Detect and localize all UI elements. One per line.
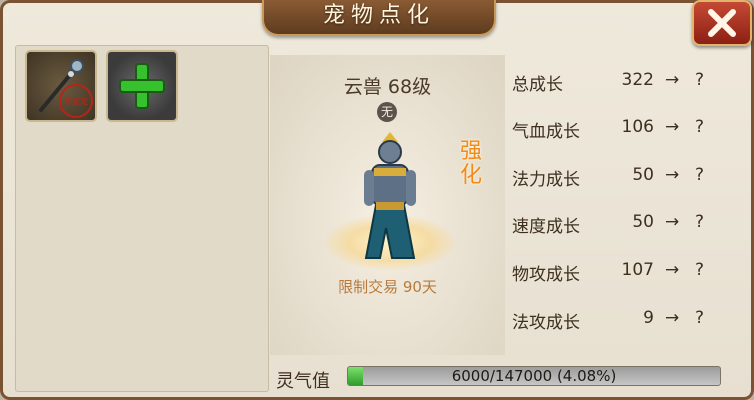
stat-row-mp-growth: 法力成长 50 → ? bbox=[512, 165, 712, 190]
close-button[interactable] bbox=[692, 0, 752, 46]
stat-value: 50 bbox=[632, 165, 654, 185]
item-slot-staff[interactable]: 未鉴定 bbox=[25, 50, 97, 122]
stat-next-value: ? bbox=[695, 165, 705, 185]
right-arrow-icon: → bbox=[665, 165, 680, 185]
right-arrow-icon: → bbox=[665, 212, 680, 232]
stat-label: 总成长 bbox=[512, 75, 563, 95]
stat-next-value: ? bbox=[695, 260, 705, 280]
unidentified-seal: 未鉴定 bbox=[59, 84, 93, 118]
stat-row-total-growth: 总成长 322 → ? bbox=[512, 70, 712, 95]
stat-row-speed-growth: 速度成长 50 → ? bbox=[512, 212, 712, 237]
lingqi-progress-text: 6000/147000 (4.08%) bbox=[451, 367, 617, 385]
stat-next-value: ? bbox=[695, 70, 705, 90]
stat-row-hp-growth: 气血成长 106 → ? bbox=[512, 117, 712, 142]
pet-badge: 无 bbox=[377, 102, 397, 122]
lingqi-label: 灵气值 bbox=[276, 371, 330, 392]
trade-limit-text: 限制交易 90天 bbox=[338, 278, 437, 296]
stat-next-value: ? bbox=[695, 212, 705, 232]
strengthen-button[interactable]: 强化 bbox=[456, 140, 486, 188]
right-arrow-icon: → bbox=[665, 308, 680, 328]
window-title: 宠物点化 bbox=[322, 3, 435, 28]
add-item-slot[interactable] bbox=[106, 50, 178, 122]
lingqi-progress-bar: 6000/147000 (4.08%) bbox=[347, 366, 721, 386]
right-arrow-icon: → bbox=[665, 70, 680, 90]
stat-label: 物攻成长 bbox=[512, 265, 580, 285]
pet-figure bbox=[364, 132, 416, 259]
stat-next-value: ? bbox=[695, 308, 705, 328]
stat-label: 气血成长 bbox=[512, 122, 580, 142]
title-tab: 宠物点化 bbox=[262, 0, 496, 36]
stat-value: 50 bbox=[632, 212, 654, 232]
stat-label: 速度成长 bbox=[512, 217, 580, 237]
stat-value: 107 bbox=[621, 260, 654, 280]
add-plus-icon bbox=[119, 63, 165, 109]
stat-value: 322 bbox=[621, 70, 654, 90]
seal-text: 未鉴定 bbox=[64, 96, 88, 106]
stat-label: 法力成长 bbox=[512, 170, 580, 190]
stat-next-value: ? bbox=[695, 117, 705, 137]
close-icon bbox=[708, 9, 736, 37]
stat-row-magic-attack-growth: 法攻成长 9 → ? bbox=[512, 308, 712, 333]
stat-value: 106 bbox=[621, 117, 654, 137]
right-arrow-icon: → bbox=[665, 117, 680, 137]
right-arrow-icon: → bbox=[665, 260, 680, 280]
stat-value: 9 bbox=[643, 308, 654, 328]
stat-label: 法攻成长 bbox=[512, 313, 580, 333]
pet-name-level: 云兽 68级 bbox=[343, 76, 432, 98]
stat-row-physical-attack-growth: 物攻成长 107 → ? bbox=[512, 260, 712, 285]
